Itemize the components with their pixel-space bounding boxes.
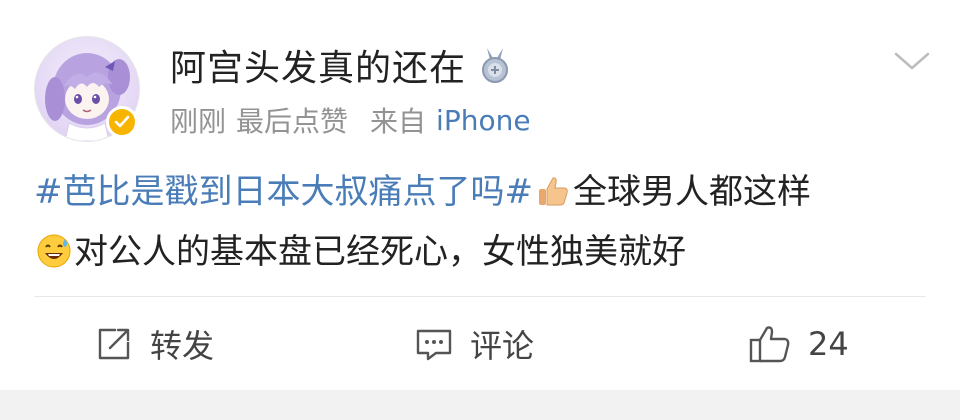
more-options-button[interactable]: [892, 46, 932, 76]
divider: [34, 296, 926, 297]
repost-label: 转发: [150, 327, 215, 365]
username[interactable]: 阿宫头发真的还在: [170, 39, 466, 91]
post-text-line-2: 对公人的基本盘已经死心，女性独美就好: [74, 232, 686, 272]
post-meta: 刚刚 最后点赞 来自 iPhone: [170, 100, 531, 140]
comment-button[interactable]: 评论: [414, 298, 534, 390]
action-bar: 转发 评论 24: [0, 298, 960, 390]
sweat-smile-emoji: [36, 228, 72, 268]
activity-label: 最后点赞: [236, 105, 349, 138]
timestamp: 刚刚: [170, 105, 227, 138]
hashtag-link[interactable]: #芭比是戳到日本大叔痛点了吗#: [34, 172, 533, 212]
repost-icon: [98, 328, 130, 360]
comment-label: 评论: [470, 327, 535, 365]
device-name[interactable]: iPhone: [436, 104, 531, 137]
author-avatar-container[interactable]: [34, 36, 140, 142]
feed-separator: [0, 390, 960, 420]
post-content: #芭比是戳到日本大叔痛点了吗# 全球男人都这样 对公人的基本盘已经死心，女性独美…: [34, 162, 934, 282]
verified-badge: [106, 106, 138, 138]
thumbs-up-icon: [749, 326, 790, 363]
post-text-line-1: 全球男人都这样: [572, 172, 811, 212]
medal-icon[interactable]: [478, 46, 512, 84]
comment-icon: [416, 329, 452, 361]
source-prefix: 来自: [370, 105, 427, 138]
thumbs-up-emoji: [535, 168, 571, 206]
repost-button[interactable]: 转发: [94, 298, 214, 390]
checkmark-icon: [114, 115, 130, 128]
chevron-down-icon: [894, 52, 930, 70]
like-count: 24: [808, 325, 849, 363]
author-name-row: 阿宫头发真的还在: [170, 40, 512, 90]
like-button[interactable]: 24: [748, 298, 849, 390]
